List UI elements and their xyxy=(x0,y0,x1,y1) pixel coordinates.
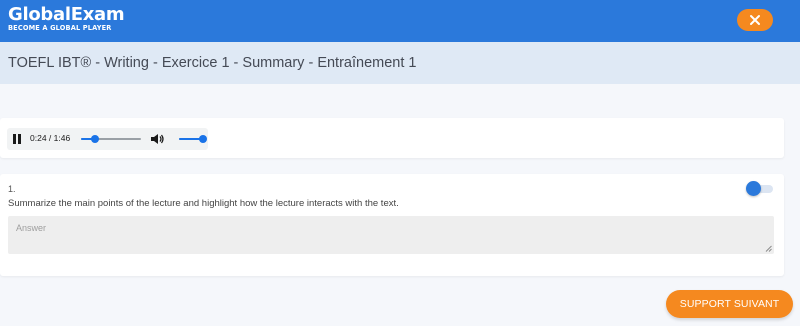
audio-progress-slider[interactable] xyxy=(81,135,141,143)
page-title: TOEFL IBT® - Writing - Exercice 1 - Summ… xyxy=(8,55,417,71)
audio-progress-handle[interactable] xyxy=(90,135,99,143)
volume-slider[interactable] xyxy=(179,135,207,143)
next-support-button[interactable]: SUPPORT SUIVANT xyxy=(666,290,793,318)
resize-grip-icon[interactable] xyxy=(765,245,772,252)
globalexam-logo[interactable]: GlobalExam BECOME A GLOBAL PLAYER xyxy=(8,4,125,32)
question-card: 1. Summarize the main points of the lect… xyxy=(0,174,784,276)
volume-handle[interactable] xyxy=(199,135,207,143)
audio-time: 0:24 / 1:46 xyxy=(30,133,71,143)
question-prompt: Summarize the main points of the lecture… xyxy=(8,198,399,209)
close-icon xyxy=(750,15,760,25)
pause-icon[interactable] xyxy=(13,134,22,144)
question-toggle[interactable] xyxy=(746,181,775,196)
volume-icon[interactable] xyxy=(150,133,164,145)
question-number: 1. xyxy=(8,184,16,194)
audio-player: 0:24 / 1:46 xyxy=(7,128,208,150)
toggle-thumb xyxy=(746,181,761,196)
logo-text: GlobalExam xyxy=(8,4,125,25)
exercise-title-bar: TOEFL IBT® - Writing - Exercice 1 - Summ… xyxy=(0,42,800,84)
answer-textarea[interactable] xyxy=(8,216,774,254)
audio-player-card: 0:24 / 1:46 xyxy=(0,118,784,158)
top-bar: GlobalExam BECOME A GLOBAL PLAYER xyxy=(0,0,800,42)
close-button[interactable] xyxy=(737,9,773,31)
logo-tagline: BECOME A GLOBAL PLAYER xyxy=(8,24,112,32)
